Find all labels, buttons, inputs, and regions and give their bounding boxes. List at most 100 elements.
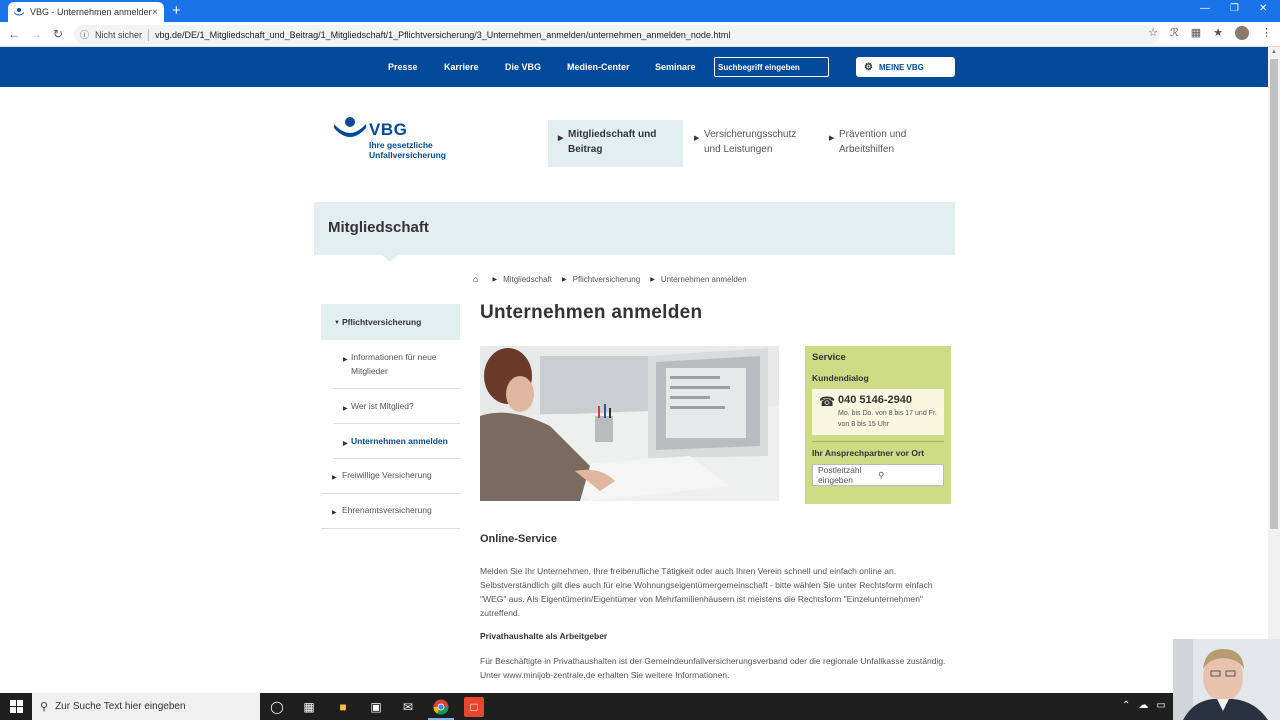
meine-vbg-label: MEINE VBG bbox=[878, 62, 924, 72]
kundendialog-label: Kundendialog bbox=[812, 373, 869, 383]
tray-chevron-icon[interactable]: ⌃ bbox=[1122, 700, 1130, 711]
breadcrumb-arrow-icon: ▶ bbox=[650, 276, 655, 283]
ansprechpartner-label: Ihr Ansprechpartner vor Ort bbox=[812, 448, 925, 458]
mainnav-mitgliedschaft[interactable]: ▶ Mitgliedschaft und Beitrag bbox=[548, 120, 683, 167]
flame-icon[interactable]: ★ bbox=[1213, 26, 1223, 40]
breadcrumb: ⌂ ▶ Mitgliedschaft ▶ Pflichtversicherung… bbox=[473, 274, 747, 284]
extensions-area: ☆ ℛ ▦ ★ ⋮ bbox=[1148, 26, 1272, 40]
hero-photo bbox=[480, 346, 779, 501]
file-explorer-icon[interactable]: ■ bbox=[333, 697, 353, 717]
browser-tab-title: VBG - Unternehmen anmelden bbox=[30, 7, 153, 17]
mail-icon[interactable]: ✉ bbox=[398, 697, 418, 717]
webcam-overlay bbox=[1173, 639, 1280, 720]
phone-box: ☎ 040 5146-2940 Mo. bis Do. von 8 bis 17… bbox=[812, 389, 944, 435]
back-icon[interactable]: ← bbox=[3, 27, 25, 41]
breadcrumb-arrow-icon: ▶ bbox=[492, 276, 498, 283]
nav-link-die-vbg[interactable]: Die VBG bbox=[505, 62, 541, 72]
breadcrumb-item-current: Unternehmen anmelden bbox=[660, 274, 747, 284]
window-close-icon[interactable]: ✕ bbox=[1259, 3, 1267, 14]
sidenav-item-wer-ist-mitglied[interactable]: ▶ Wer ist Mitglied? bbox=[333, 389, 460, 424]
mainnav-label: Prävention und Arbeitshilfen bbox=[839, 129, 907, 155]
sidenav-item-freiwillige[interactable]: ▶ Freiwillige Versicherung bbox=[321, 459, 460, 494]
triangle-right-icon: ▶ bbox=[829, 135, 835, 142]
mainnav-label: Versicherungsschutz und Leistungen bbox=[704, 129, 797, 155]
store-icon[interactable]: ▣ bbox=[366, 697, 386, 717]
service-heading: Service bbox=[812, 352, 846, 363]
windows-logo-icon bbox=[9, 700, 23, 713]
bookmark-star-icon[interactable]: ☆ bbox=[1148, 26, 1158, 40]
menu-dots-icon[interactable]: ⋮ bbox=[1261, 26, 1272, 40]
mainnav-versicherungsschutz[interactable]: ▶ Versicherungsschutz und Leistungen bbox=[684, 120, 819, 167]
search-icon: ⚲ bbox=[40, 701, 49, 713]
onedrive-icon[interactable]: ☁ bbox=[1138, 700, 1148, 711]
online-service-heading: Online-Service bbox=[480, 533, 558, 545]
site-search-input[interactable]: Suchbegriff eingeben ⚲ bbox=[714, 57, 829, 77]
sidenav-item-informationen[interactable]: ▶ Informationen für neue Mitglieder bbox=[333, 340, 460, 389]
sidenav-item-pflichtversicherung[interactable]: ▼ Pflichtversicherung bbox=[321, 304, 460, 340]
profile-avatar[interactable] bbox=[1235, 26, 1249, 40]
network-icon[interactable]: ▭ bbox=[1156, 700, 1165, 711]
sidenav-label: Freiwillige Versicherung bbox=[342, 470, 432, 480]
sidenav-label: Unternehmen anmelden bbox=[351, 436, 448, 446]
triangle-right-icon: ▶ bbox=[343, 406, 348, 412]
chrome-icon[interactable] bbox=[431, 697, 451, 717]
recording-app-icon[interactable]: □ bbox=[464, 697, 484, 717]
restore-icon[interactable]: ❐ bbox=[1230, 3, 1239, 14]
forward-icon[interactable]: → bbox=[25, 27, 47, 41]
triangle-right-icon: ▶ bbox=[332, 475, 337, 481]
triangle-right-icon: ▶ bbox=[343, 357, 348, 363]
translate-icon[interactable]: ▦ bbox=[1191, 26, 1201, 40]
browser-tab-strip: VBG - Unternehmen anmelden × + — ❐ ✕ bbox=[0, 0, 1280, 22]
scrollbar-thumb[interactable] bbox=[1270, 59, 1278, 529]
windows-start-button[interactable] bbox=[0, 693, 32, 720]
mainnav-label: Mitgliedschaft und Beitrag bbox=[568, 129, 657, 155]
info-icon[interactable]: ⓘ bbox=[80, 28, 89, 41]
tab-close-icon[interactable]: × bbox=[152, 7, 158, 18]
new-tab-button[interactable]: + bbox=[172, 2, 181, 20]
home-icon[interactable]: ⌂ bbox=[473, 274, 478, 284]
extension-icon[interactable]: ℛ bbox=[1170, 26, 1179, 40]
nav-link-karriere[interactable]: Karriere bbox=[444, 62, 479, 72]
sidenav-label: Ehrenamtsversicherung bbox=[342, 505, 432, 515]
nav-link-presse[interactable]: Presse bbox=[388, 62, 418, 72]
sidenav-item-unternehmen-anmelden[interactable]: ▶ Unternehmen anmelden bbox=[333, 424, 460, 459]
cortana-icon[interactable]: ◯ bbox=[267, 697, 287, 717]
postleitzahl-input[interactable]: Postleitzahl eingeben ⚲ bbox=[812, 464, 944, 486]
scroll-up-icon[interactable]: ▲ bbox=[1271, 49, 1277, 55]
intro-paragraph: Melden Sie Ihr Unternehmen, Ihre freiber… bbox=[480, 566, 933, 618]
band-notch bbox=[382, 255, 398, 262]
task-view-icon[interactable]: ▦ bbox=[299, 697, 319, 717]
reload-icon[interactable]: ↻ bbox=[47, 27, 69, 41]
page-title: Unternehmen anmelden bbox=[480, 302, 703, 323]
nav-link-seminare[interactable]: Seminare bbox=[655, 62, 696, 72]
sidenav-label: Informationen für neue Mitglieder bbox=[351, 352, 437, 376]
service-box: Service Kundendialog ☎ 040 5146-2940 Mo.… bbox=[805, 346, 951, 504]
triangle-right-icon: ▶ bbox=[343, 441, 348, 447]
breadcrumb-item[interactable]: Pflichtversicherung bbox=[573, 275, 641, 284]
url-text: vbg.de/DE/1_Mitgliedschaft_und_Beitrag/1… bbox=[155, 29, 731, 40]
triangle-right-icon: ▶ bbox=[332, 510, 337, 516]
taskbar-search-input[interactable]: ⚲ Zur Suche Text hier eingeben bbox=[32, 693, 260, 720]
section-header-band: Mitgliedschaft bbox=[314, 202, 955, 262]
sidenav-item-ehrenamt[interactable]: ▶ Ehrenamtsversicherung bbox=[321, 494, 460, 529]
search-icon[interactable]: ⚲ bbox=[878, 470, 938, 481]
breadcrumb-item[interactable]: Mitgliedschaft bbox=[503, 275, 552, 284]
browser-tab[interactable]: VBG - Unternehmen anmelden × bbox=[8, 2, 164, 22]
minimize-icon[interactable]: — bbox=[1200, 3, 1210, 14]
nav-link-medien-center[interactable]: Medien-Center bbox=[567, 62, 630, 72]
address-bar[interactable]: ⓘ Nicht sicher vbg.de/DE/1_Mitgliedschaf… bbox=[74, 25, 1160, 44]
side-navigation: ▼ Pflichtversicherung ▶ Informationen fü… bbox=[321, 304, 460, 529]
page-scrollbar[interactable]: ▲ ▼ bbox=[1268, 47, 1280, 693]
phone-number[interactable]: 040 5146-2940 bbox=[838, 394, 940, 406]
sidenav-label: Pflichtversicherung bbox=[342, 317, 422, 327]
meine-vbg-button[interactable]: ⚙ MEINE VBG bbox=[856, 57, 955, 77]
sidenav-label: Wer ist Mitglied? bbox=[351, 401, 414, 411]
mainnav-praevention[interactable]: ▶ Prävention und Arbeitshilfen bbox=[819, 120, 954, 167]
breadcrumb-arrow-icon: ▶ bbox=[561, 276, 567, 283]
privathaushalte-heading: Privathaushalte als Arbeitgeber bbox=[480, 631, 608, 641]
triangle-right-icon: ▶ bbox=[558, 135, 564, 142]
windows-taskbar: ⚲ Zur Suche Text hier eingeben ◯ ▦ ■ ▣ ✉… bbox=[0, 693, 1280, 720]
key-icon: ⚙ bbox=[864, 61, 873, 73]
site-search-placeholder: Suchbegriff eingeben bbox=[718, 62, 800, 72]
phone-icon: ☎ bbox=[819, 394, 836, 409]
